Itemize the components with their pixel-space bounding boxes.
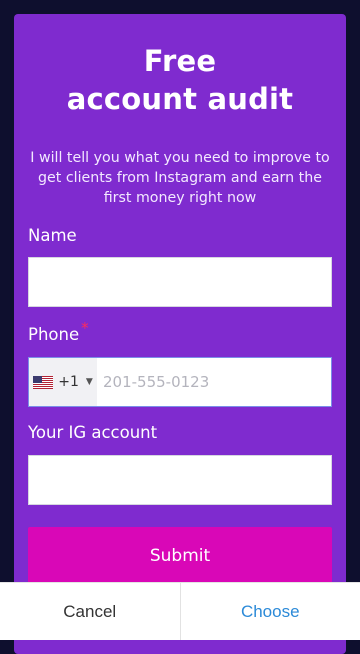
picker-dialog-bar: Cancel Choose	[0, 582, 360, 640]
chevron-down-icon: ▼	[86, 377, 93, 387]
form-title: Free account audit	[14, 42, 346, 118]
ig-account-input[interactable]	[28, 455, 332, 505]
audit-form-card: Free account audit I will tell you what …	[14, 14, 346, 654]
choose-button[interactable]: Choose	[181, 583, 360, 640]
phone-field: +1 ▼	[28, 357, 332, 407]
form-title-line-2: account audit	[14, 80, 346, 118]
country-code: +1	[58, 374, 79, 390]
form-title-line-1: Free	[14, 42, 346, 80]
name-input[interactable]	[28, 257, 332, 307]
phone-input[interactable]	[97, 358, 331, 406]
name-label: Name	[28, 226, 77, 246]
phone-label: Phone	[28, 325, 79, 344]
us-flag-icon	[33, 376, 53, 389]
required-asterisk: *	[81, 319, 89, 337]
ig-account-label: Your IG account	[28, 423, 157, 443]
cancel-button[interactable]: Cancel	[0, 583, 181, 640]
form-subtitle: I will tell you what you need to improve…	[28, 148, 332, 208]
phone-label-wrap: Phone*	[28, 325, 89, 345]
country-code-selector[interactable]: +1 ▼	[29, 358, 97, 406]
submit-button[interactable]: Submit	[28, 527, 332, 585]
